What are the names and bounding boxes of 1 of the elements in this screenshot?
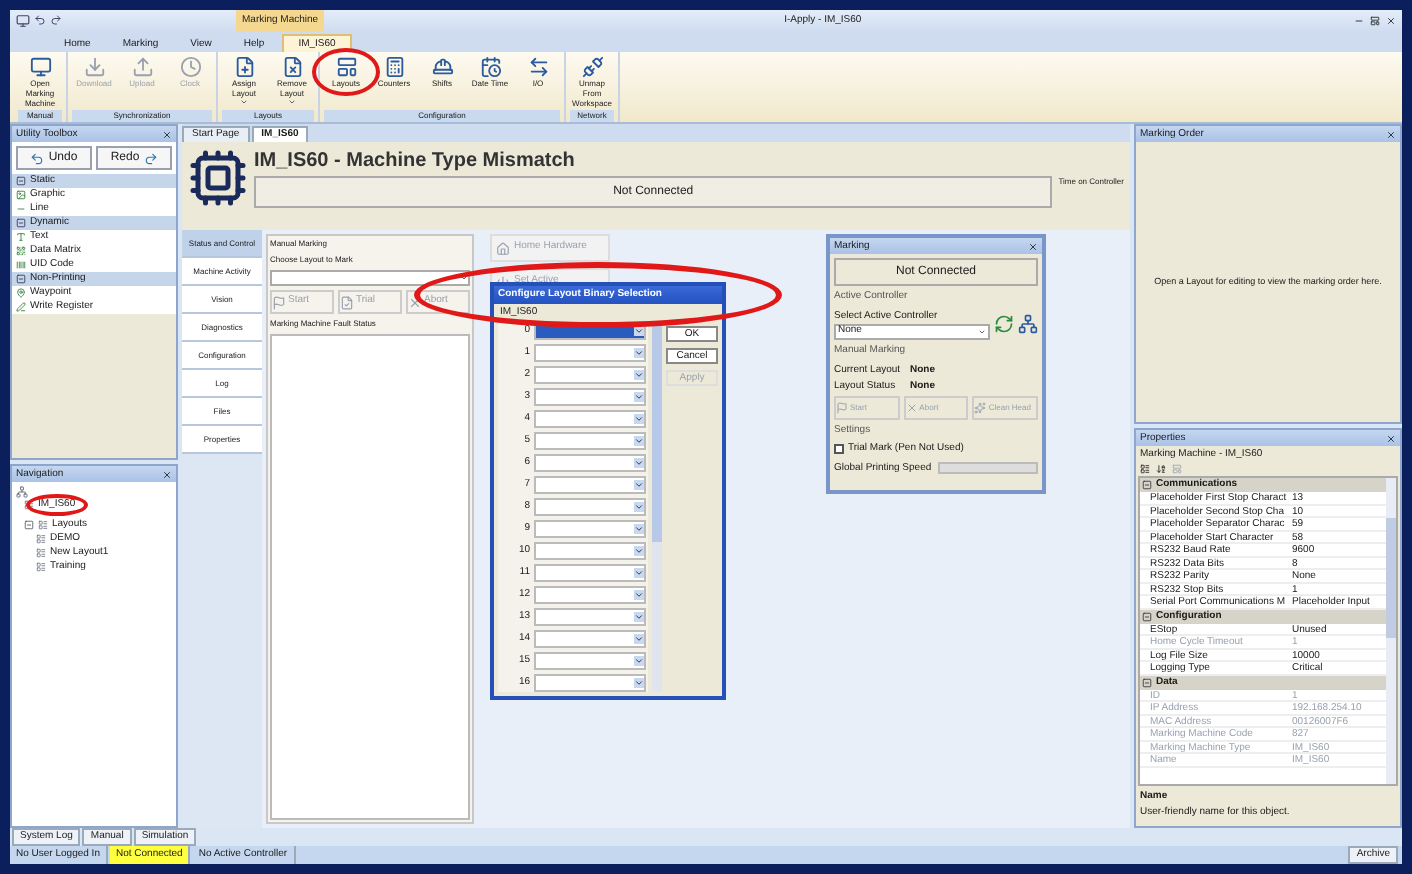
machine-title: IM_IS60 - Machine Type Mismatch xyxy=(254,148,577,176)
